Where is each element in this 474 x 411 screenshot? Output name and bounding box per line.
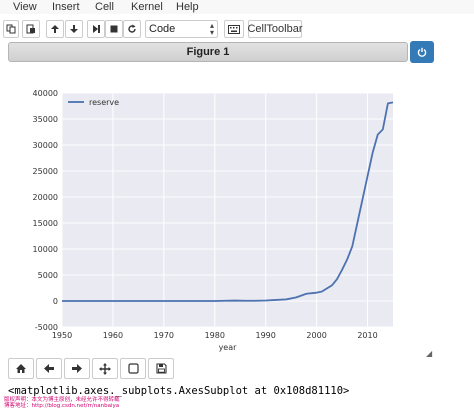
x-tick-label: 1980 — [205, 331, 225, 340]
cell-toolbar-button[interactable]: CellToolbar — [247, 20, 303, 38]
notebook-toolbar: Code ▴ ▾ CellToolbar — [0, 16, 474, 42]
y-tick-label: 0 — [53, 297, 58, 306]
move-icon — [99, 362, 111, 375]
close-figure-button[interactable] — [410, 41, 434, 63]
forward-button[interactable] — [64, 358, 90, 379]
home-button[interactable] — [8, 358, 34, 379]
y-tick-label: 10000 — [33, 245, 58, 254]
menu-cell[interactable]: Cell — [95, 1, 114, 13]
figure-title: Figure 1 — [186, 46, 230, 58]
interrupt-kernel-button[interactable] — [105, 20, 123, 38]
y-tick-label: 30000 — [33, 141, 58, 150]
run-cell-button[interactable] — [87, 20, 105, 38]
cell-type-select[interactable]: Code ▴ ▾ — [145, 20, 218, 38]
step-forward-icon — [93, 25, 100, 33]
line-chart[interactable]: 1950 1960 1970 1980 1990 2000 2010 -5000 0 5000 10… — [0, 80, 440, 355]
refresh-icon — [128, 24, 136, 33]
square-icon — [127, 363, 139, 374]
x-tick-label: 1950 — [52, 331, 72, 340]
y-tick-label: 15000 — [33, 219, 58, 228]
menubar: View Insert Cell Kernel Help — [0, 0, 474, 14]
cell-type-value: Code — [149, 23, 176, 35]
move-up-button[interactable] — [46, 20, 64, 38]
menu-help[interactable]: Help — [176, 1, 199, 13]
legend-label: reserve — [89, 98, 119, 107]
x-axis-label: year — [219, 343, 238, 352]
watermark-line2: 博客地址：http://blog.csdn.net/rr/nanbaiya — [4, 403, 120, 409]
power-icon — [417, 47, 427, 57]
arrow-left-icon — [44, 364, 54, 373]
save-figure-button[interactable] — [148, 358, 174, 379]
arrow-down-icon — [70, 25, 78, 33]
figure-title-bar: Figure 1 — [8, 42, 408, 62]
y-tick-label: 5000 — [38, 271, 58, 280]
arrow-up-icon — [51, 25, 59, 33]
y-tick-label: -5000 — [35, 323, 58, 332]
watermark: 版权声明：本文为博主原创，未经允许不得转载 博客地址：http://blog.c… — [4, 397, 120, 409]
keyboard-icon — [228, 24, 240, 34]
paste-icon — [26, 24, 35, 34]
floppy-disk-icon — [155, 363, 167, 374]
menu-view[interactable]: View — [13, 1, 37, 13]
select-caret-icon: ▴ ▾ — [209, 21, 214, 37]
menu-kernel[interactable]: Kernel — [131, 1, 163, 13]
copy-icon — [6, 24, 16, 34]
x-tick-label: 1970 — [154, 331, 174, 340]
pan-button[interactable] — [92, 358, 118, 379]
restart-kernel-button[interactable] — [123, 20, 141, 38]
x-tick-label: 2010 — [357, 331, 377, 340]
command-palette-button[interactable] — [224, 20, 244, 38]
back-button[interactable] — [36, 358, 62, 379]
home-icon — [16, 364, 26, 373]
paste-cell-button[interactable] — [22, 20, 40, 38]
arrow-right-icon — [72, 364, 82, 373]
y-tick-label: 20000 — [33, 193, 58, 202]
copy-cell-button[interactable] — [3, 20, 19, 38]
x-tick-label: 1990 — [256, 331, 276, 340]
y-tick-label: 25000 — [33, 167, 58, 176]
y-tick-label: 35000 — [33, 115, 58, 124]
zoom-rect-button[interactable] — [120, 358, 146, 379]
y-tick-label: 40000 — [33, 89, 58, 98]
cell-output: <matplotlib.axes._subplots.AxesSubplot a… — [8, 385, 350, 397]
x-tick-label: 1960 — [103, 331, 123, 340]
resize-handle-icon[interactable]: ◢ — [426, 349, 432, 358]
move-down-button[interactable] — [65, 20, 83, 38]
x-tick-label: 2000 — [306, 331, 326, 340]
stop-icon — [110, 25, 118, 33]
plot-area — [62, 93, 393, 327]
menu-insert[interactable]: Insert — [52, 1, 80, 13]
